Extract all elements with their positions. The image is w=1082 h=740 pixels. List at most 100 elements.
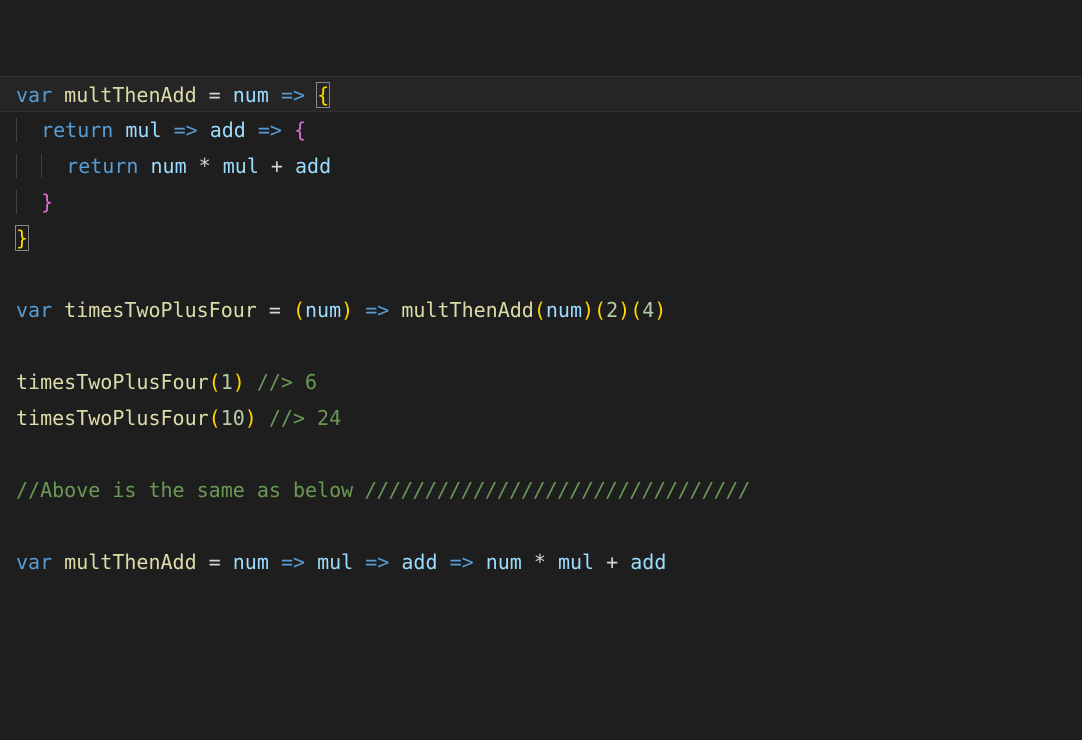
token-fn: multThenAdd	[401, 298, 533, 322]
token-op	[246, 118, 258, 142]
token-kw: =>	[365, 550, 389, 574]
token-pnY: )	[233, 370, 245, 394]
token-op	[305, 550, 317, 574]
token-num: 1	[221, 370, 233, 394]
token-op	[211, 154, 223, 178]
indent-guide	[16, 118, 41, 142]
code-line[interactable]: timesTwoPlusFour(1) //> 6	[16, 364, 1082, 400]
token-pnY: (	[209, 406, 221, 430]
token-kw: =>	[281, 550, 305, 574]
token-kw: =>	[174, 118, 198, 142]
token-id: add	[210, 118, 246, 142]
token-op: *	[534, 550, 546, 574]
indent-guide	[41, 154, 66, 178]
token-pnY: (	[293, 298, 305, 322]
code-editor[interactable]: var multThenAdd = num => { return mul =>…	[0, 0, 1082, 580]
token-pnY: (	[209, 370, 221, 394]
token-kw: var	[16, 83, 64, 107]
token-op	[257, 406, 269, 430]
token-id: add	[295, 154, 331, 178]
token-cm: //> 6	[257, 370, 317, 394]
token-id: num	[486, 550, 522, 574]
token-pnP: }	[41, 190, 53, 214]
token-id: num	[233, 550, 269, 574]
token-fn: timesTwoPlusFour	[16, 406, 209, 430]
token-cm: //Above is the same as below	[16, 478, 365, 502]
token-pnY: (	[594, 298, 606, 322]
token-op	[198, 118, 210, 142]
token-op	[281, 298, 293, 322]
token-op	[282, 118, 294, 142]
token-kw: =>	[450, 550, 474, 574]
code-line[interactable]: }	[16, 220, 1082, 256]
token-kw: return	[66, 154, 150, 178]
token-op	[197, 550, 209, 574]
token-op	[594, 550, 606, 574]
code-line[interactable]: var multThenAdd = num => mul => add => n…	[16, 544, 1082, 580]
code-line[interactable]: return num * mul + add	[16, 148, 1082, 184]
token-op: =	[209, 550, 221, 574]
token-id: num	[150, 154, 186, 178]
token-fn: timesTwoPlusFour	[64, 298, 257, 322]
code-line[interactable]: timesTwoPlusFour(10) //> 24	[16, 400, 1082, 436]
token-id: num	[305, 298, 341, 322]
token-pnY: (	[630, 298, 642, 322]
token-kw: var	[16, 550, 64, 574]
code-line[interactable]	[16, 436, 1082, 472]
token-op	[257, 298, 269, 322]
token-op	[389, 298, 401, 322]
token-op	[283, 154, 295, 178]
token-op: +	[271, 154, 283, 178]
code-line[interactable]: }	[16, 184, 1082, 220]
token-pnY: )	[654, 298, 666, 322]
token-op	[269, 550, 281, 574]
token-pnY: )	[245, 406, 257, 430]
code-line[interactable]: var multThenAdd = num => {	[0, 76, 1082, 112]
token-op	[221, 83, 233, 107]
token-pnY: {	[316, 82, 330, 108]
token-id: add	[401, 550, 437, 574]
token-pnP: {	[294, 118, 306, 142]
token-id: num	[233, 83, 269, 107]
token-op: +	[606, 550, 618, 574]
code-line[interactable]: return mul => add => {	[16, 112, 1082, 148]
token-op	[162, 118, 174, 142]
token-id: mul	[317, 550, 353, 574]
token-kw: =>	[365, 298, 389, 322]
token-kw: =>	[281, 83, 305, 107]
token-fn: multThenAdd	[64, 550, 196, 574]
token-pnY: (	[534, 298, 546, 322]
token-op	[389, 550, 401, 574]
token-num: 4	[642, 298, 654, 322]
token-kw: =>	[258, 118, 282, 142]
token-op	[221, 550, 233, 574]
token-op	[522, 550, 534, 574]
token-op	[618, 550, 630, 574]
token-op	[474, 550, 486, 574]
token-id: num	[546, 298, 582, 322]
token-op	[438, 550, 450, 574]
token-num: 2	[606, 298, 618, 322]
token-pnY: )	[618, 298, 630, 322]
code-line[interactable]: var timesTwoPlusFour = (num) => multThen…	[16, 292, 1082, 328]
token-op	[546, 550, 558, 574]
token-pnY: }	[15, 225, 29, 251]
token-num: 10	[221, 406, 245, 430]
token-op	[259, 154, 271, 178]
code-line[interactable]	[16, 508, 1082, 544]
indent-guide	[16, 154, 41, 178]
token-op	[197, 83, 209, 107]
token-op	[187, 154, 199, 178]
token-op	[245, 370, 257, 394]
code-line[interactable]	[16, 328, 1082, 364]
code-line[interactable]	[16, 256, 1082, 292]
token-op	[269, 83, 281, 107]
token-cm: ////////////////////////////////	[365, 478, 750, 502]
token-fn: multThenAdd	[64, 83, 196, 107]
token-pnY: )	[341, 298, 353, 322]
code-line[interactable]: //Above is the same as below ///////////…	[16, 472, 1082, 508]
token-kw: var	[16, 298, 64, 322]
token-kw: return	[41, 118, 125, 142]
token-op: *	[199, 154, 211, 178]
token-op: =	[269, 298, 281, 322]
